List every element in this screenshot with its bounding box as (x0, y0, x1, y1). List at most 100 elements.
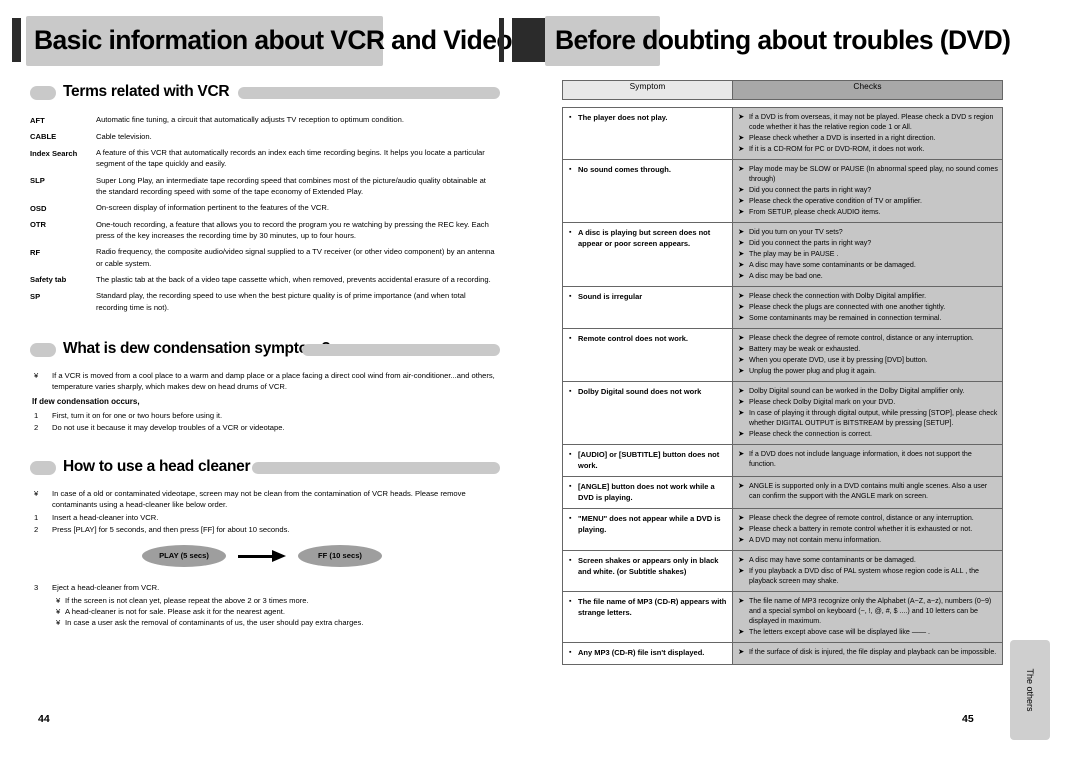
bullet-glyph-icon: ¥ (56, 606, 61, 616)
check-arrow-icon: ➤ (738, 271, 745, 280)
step-text: Insert a head-cleaner into VCR. (52, 512, 159, 522)
step-text: Do not use it because it may develop tro… (52, 422, 285, 432)
check-arrow-icon: ➤ (738, 524, 745, 533)
check-text: The letters except above case will be di… (749, 628, 930, 636)
table-row: ▪ Any MP3 (CD-R) file isn't displayed. ➤ I… (562, 642, 1003, 665)
glossary-row: Index Search A feature of this VCR that … (30, 147, 498, 170)
table-row: ▪ [ANGLE] button does not work while a DV… (562, 476, 1003, 509)
check-arrow-icon: ➤ (738, 313, 745, 322)
check-arrow-icon: ➤ (738, 386, 745, 395)
check-arrow-icon: ➤ (738, 112, 745, 121)
check-text: Battery may be weak or exhausted. (749, 345, 861, 353)
glossary-row: RF Radio frequency, the composite audio/… (30, 246, 498, 269)
glossary-definition: Automatic fine tuning, a circuit that au… (96, 115, 404, 124)
section-title-dew: What is dew condensation symptom? (63, 339, 331, 357)
dew-step-row: 1 First, turn it on for one or two hours… (30, 410, 500, 421)
glossary-term: OTR (30, 220, 47, 230)
check-arrow-icon: ➤ (738, 566, 745, 575)
table-row: ▪ [AUDIO] or [SUBTITLE] button does not w… (562, 444, 1003, 477)
step-number: 3 (34, 583, 39, 593)
step-text: First, turn it on for one or two hours b… (52, 410, 223, 420)
right-arrow-icon (238, 550, 288, 563)
vcr-glossary-list: AFT Automatic fine tuning, a circuit tha… (30, 114, 498, 313)
symptom-bullet-icon: ▪ (569, 649, 572, 656)
table-row: ▪ A disc is playing but screen does not a… (562, 222, 1003, 287)
symptom-cell: ▪ Any MP3 (CD-R) file isn't displayed. (562, 642, 733, 665)
symptom-bullet-icon: ▪ (569, 229, 572, 236)
note-row: ¥ In case a user ask the removal of cont… (56, 617, 500, 628)
step-text: Press [PLAY] for 5 seconds, and then pre… (52, 525, 290, 535)
checks-cell: ➤ Please check the connection with Dolby … (732, 286, 1003, 329)
check-arrow-icon: ➤ (738, 627, 745, 636)
head-cleaner-notes: ¥ If the screen is not clean yet, please… (56, 595, 500, 629)
check-arrow-icon: ➤ (738, 302, 745, 311)
symptom-text: Any MP3 (CD-R) file isn't displayed. (578, 648, 705, 657)
check-arrow-icon: ➤ (738, 555, 745, 564)
checks-cell: ➤ Dolby Digital sound can be worked in th… (732, 381, 1003, 445)
symptom-bullet-icon: ▪ (569, 557, 572, 564)
left-chapter-banner: Basic information about VCR and Videotap… (12, 14, 565, 66)
section-heading-head-cleaner: How to use a head cleaner (30, 457, 522, 479)
check-text: A disc may be bad one. (749, 272, 823, 280)
step-number: 2 (34, 525, 39, 535)
banner-end-bar (499, 18, 504, 62)
bullet-glyph-icon: ¥ (34, 370, 39, 380)
symptom-text: "MENU" does not appear while a DVD is pl… (578, 514, 721, 534)
check-text: Please check the connection with Dolby D… (749, 292, 927, 300)
symptom-cell: ▪ [ANGLE] button does not work while a DV… (562, 476, 733, 509)
symptom-text: [AUDIO] or [SUBTITLE] button does not wo… (578, 450, 720, 470)
section-heading-dew: What is dew condensation symptom? (30, 339, 522, 361)
glossary-definition: A feature of this VCR that automatically… (96, 148, 485, 169)
glossary-definition: One-touch recording, a feature that allo… (96, 219, 489, 240)
symptom-cell: ▪ A disc is playing but screen does not a… (562, 222, 733, 287)
play-oval-label: PLAY (5 secs) (142, 545, 226, 568)
symptom-bullet-icon: ▪ (569, 598, 572, 605)
section-title-terms: Terms related with VCR (63, 83, 230, 100)
table-row: ▪ Screen shakes or appears only in black … (562, 550, 1003, 592)
dew-condensation-block: ¥ If a VCR is moved from a cool place to… (30, 370, 500, 433)
glossary-term: Safety tab (30, 275, 67, 285)
bullet-glyph-icon: ¥ (34, 489, 39, 499)
table-row: ▪ Sound is irregular ➤ Please check the co… (562, 286, 1003, 329)
symptom-cell: ▪ Sound is irregular (562, 286, 733, 329)
check-arrow-icon: ➤ (738, 207, 745, 216)
page-number-right: 45 (962, 713, 974, 725)
check-arrow-icon: ➤ (738, 513, 745, 522)
section-thumb-tab: The others (1010, 640, 1050, 740)
check-text: If you playback a DVD disc of PAL system… (749, 567, 980, 585)
table-header-spacer (562, 99, 1003, 108)
table-row: ▪ Remote control does not work. ➤ Please c… (562, 328, 1003, 382)
check-text: In case of playing it through digital ou… (749, 409, 998, 427)
check-arrow-icon: ➤ (738, 449, 745, 458)
check-text: If a DVD is from overseas, it may not be… (749, 113, 994, 131)
check-text: If the surface of disk is injured, the f… (749, 648, 997, 656)
glossary-term: RF (30, 247, 41, 257)
dew-bullet-text: If a VCR is moved from a cool place to a… (52, 370, 495, 392)
table-row: ▪ The file name of MP3 (CD-R) appears wit… (562, 591, 1003, 643)
check-arrow-icon: ➤ (738, 185, 745, 194)
column-header-checks: Checks (732, 80, 1003, 100)
table-row: ▪ "MENU" does not appear while a DVD is p… (562, 508, 1003, 551)
note-text: In case a user ask the removal of contam… (65, 618, 364, 628)
checks-cell: ➤ Please check the degree of remote contr… (732, 508, 1003, 551)
check-arrow-icon: ➤ (738, 133, 745, 142)
table-header-row: Symptom Checks (562, 80, 1003, 100)
troubleshooting-table: Symptom Checks ▪ The player does not play… (562, 80, 1003, 665)
check-text: If it is a CD-ROM for PC or DVD-ROM, it … (749, 145, 925, 153)
glossary-definition: Standard play, the recording speed to us… (96, 291, 466, 312)
section-title-head-cleaner: How to use a head cleaner (63, 458, 251, 476)
table-row: ▪ The player does not play. ➤ If a DVD is … (562, 107, 1003, 160)
checks-cell: ➤ If a DVD does not include language info… (732, 444, 1003, 477)
checks-cell: ➤ The file name of MP3 recognize only the… (732, 591, 1003, 643)
glossary-term: Index Search (30, 148, 78, 158)
check-arrow-icon: ➤ (738, 596, 745, 605)
glossary-definition: Super Long Play, an intermediate tape re… (96, 175, 486, 196)
table-row: ▪ No sound comes through. ➤ Play mode may … (562, 159, 1003, 223)
symptom-cell: ▪ [AUDIO] or [SUBTITLE] button does not w… (562, 444, 733, 477)
symptom-text: Dolby Digital sound does not work (578, 387, 702, 396)
symptom-bullet-icon: ▪ (569, 483, 572, 490)
glossary-term: AFT (30, 115, 45, 125)
check-arrow-icon: ➤ (738, 164, 745, 173)
check-arrow-icon: ➤ (738, 355, 745, 364)
symptom-bullet-icon: ▪ (569, 293, 572, 300)
